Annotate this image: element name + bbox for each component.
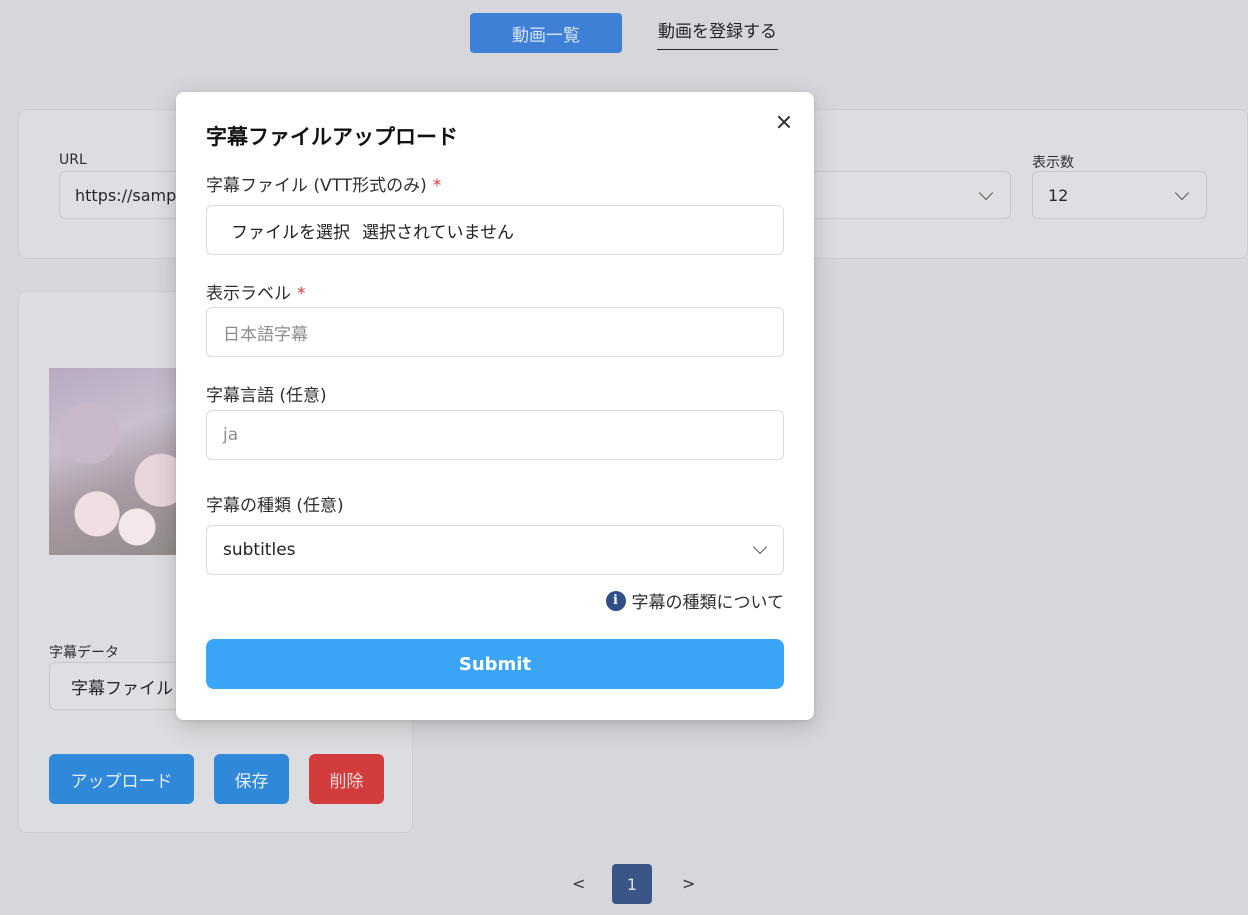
file-label-text: 字幕ファイル (VTT形式のみ) <box>206 176 427 196</box>
submit-button[interactable]: Submit <box>206 639 784 689</box>
pagination: < 1 > <box>560 864 700 904</box>
save-button[interactable]: 保存 <box>214 754 289 804</box>
url-label: URL <box>59 152 87 168</box>
prev-page-button[interactable]: < <box>572 874 585 893</box>
file-status-text: 選択されていません <box>362 222 514 243</box>
file-field-label: 字幕ファイル (VTT形式のみ) * <box>206 171 441 196</box>
sort-select[interactable] <box>789 171 1011 219</box>
next-page-button[interactable]: > <box>682 874 695 893</box>
kind-select[interactable]: subtitles <box>206 525 784 575</box>
per-page-select[interactable]: 12 <box>1032 171 1207 219</box>
language-input[interactable]: ja <box>206 410 784 460</box>
required-mark: * <box>432 176 442 196</box>
subtitle-upload-modal: 字幕ファイルアップロード 字幕ファイル (VTT形式のみ) * ファイルを選択 選… <box>176 92 814 720</box>
close-icon[interactable] <box>774 112 794 132</box>
language-field-label: 字幕言語 (任意) <box>206 386 327 406</box>
choose-file-button[interactable]: ファイルを選択 <box>231 218 350 243</box>
display-label-text: 表示ラベル <box>206 284 291 304</box>
display-label-placeholder: 日本語字幕 <box>223 324 308 345</box>
delete-button[interactable]: 削除 <box>309 754 384 804</box>
language-placeholder: ja <box>223 425 239 445</box>
url-value: https://samp <box>75 185 177 205</box>
subtitle-data-label: 字幕データ <box>49 645 119 661</box>
file-input[interactable]: ファイルを選択 選択されていません <box>206 205 784 255</box>
display-label-field-label: 表示ラベル * <box>206 279 306 304</box>
kind-info-link[interactable]: i 字幕の種類について <box>605 588 785 613</box>
modal-title: 字幕ファイルアップロード <box>206 125 458 149</box>
subtitle-select-value: 字幕ファイル <box>71 678 173 699</box>
top-nav: 動画一覧 動画を登録する <box>0 13 1248 53</box>
display-label-input[interactable]: 日本語字幕 <box>206 307 784 357</box>
nav-register-link[interactable]: 動画を登録する <box>657 19 778 50</box>
per-page-label: 表示数 <box>1032 155 1074 171</box>
kind-field-label: 字幕の種類 (任意) <box>206 496 344 516</box>
nav-video-list-button[interactable]: 動画一覧 <box>470 13 622 53</box>
required-mark: * <box>297 284 306 304</box>
per-page-value: 12 <box>1048 185 1069 205</box>
upload-button[interactable]: アップロード <box>49 754 194 804</box>
kind-select-value: subtitles <box>223 540 296 560</box>
chevron-down-icon <box>752 539 768 555</box>
current-page-button[interactable]: 1 <box>612 864 652 904</box>
info-icon: i <box>605 590 626 611</box>
chevron-down-icon <box>978 185 994 201</box>
chevron-down-icon <box>1174 185 1190 201</box>
kind-info-text: 字幕の種類について <box>631 593 785 613</box>
